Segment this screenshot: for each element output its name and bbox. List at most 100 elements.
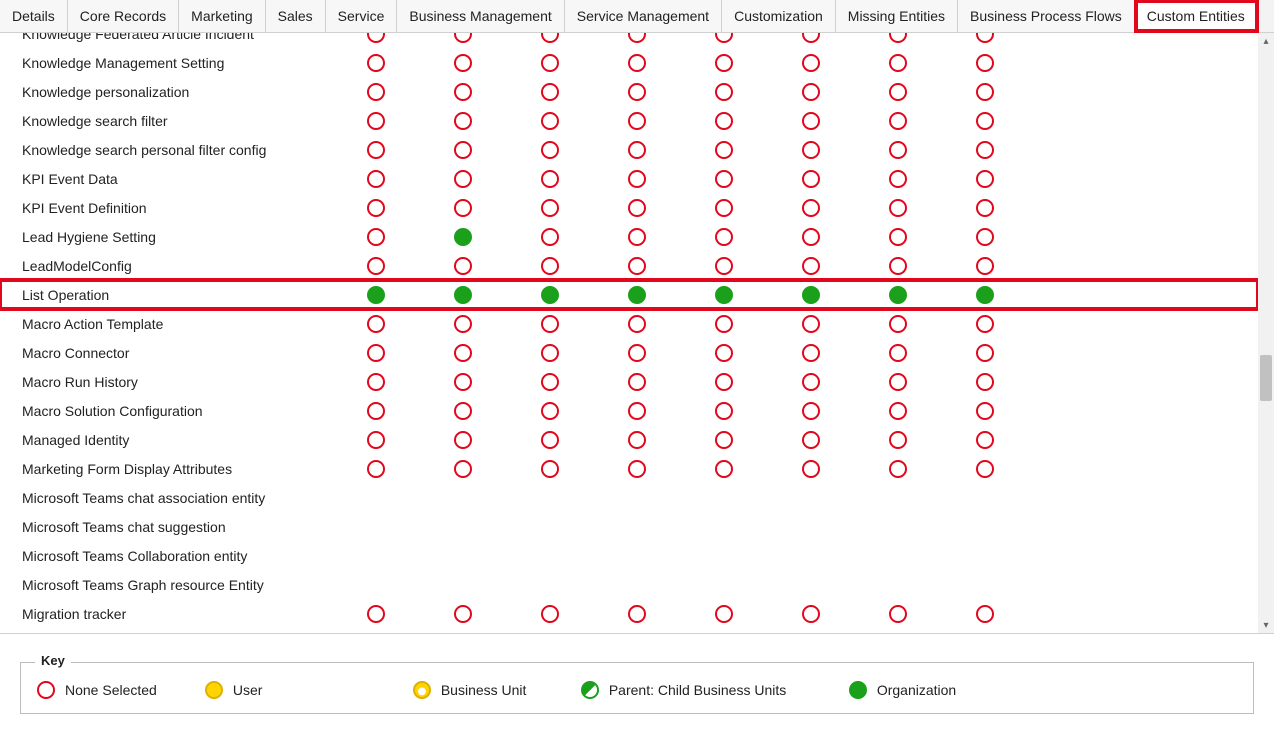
permission-none-icon[interactable] <box>802 54 820 72</box>
permission-cell[interactable] <box>854 141 941 159</box>
permission-none-icon[interactable] <box>802 460 820 478</box>
permission-cell[interactable] <box>680 344 767 362</box>
permission-cell[interactable] <box>506 170 593 188</box>
permission-cell[interactable] <box>680 373 767 391</box>
permission-cell[interactable] <box>767 460 854 478</box>
permission-cell[interactable] <box>941 431 1028 449</box>
permission-cell[interactable] <box>593 344 680 362</box>
permission-none-icon[interactable] <box>628 344 646 362</box>
permission-none-icon[interactable] <box>802 315 820 333</box>
permission-none-icon[interactable] <box>715 402 733 420</box>
permission-cell[interactable] <box>419 605 506 623</box>
permission-cell[interactable] <box>593 170 680 188</box>
permission-none-icon[interactable] <box>454 170 472 188</box>
permission-none-icon[interactable] <box>541 83 559 101</box>
permission-organization-icon[interactable] <box>367 286 385 304</box>
permission-none-icon[interactable] <box>454 141 472 159</box>
permission-cell[interactable] <box>419 141 506 159</box>
permission-none-icon[interactable] <box>889 228 907 246</box>
permission-none-icon[interactable] <box>802 373 820 391</box>
permission-cell[interactable] <box>506 431 593 449</box>
permission-cell[interactable] <box>332 33 419 43</box>
permission-none-icon[interactable] <box>976 605 994 623</box>
permission-organization-icon[interactable] <box>976 286 994 304</box>
permission-cell[interactable] <box>593 54 680 72</box>
permission-cell[interactable] <box>506 286 593 304</box>
scroll-thumb[interactable] <box>1260 355 1272 401</box>
permission-none-icon[interactable] <box>367 344 385 362</box>
permission-cell[interactable] <box>419 33 506 43</box>
permission-cell[interactable] <box>680 460 767 478</box>
permission-none-icon[interactable] <box>541 228 559 246</box>
tab-missing-entities[interactable]: Missing Entities <box>836 0 958 32</box>
permission-organization-icon[interactable] <box>541 286 559 304</box>
permission-cell[interactable] <box>941 460 1028 478</box>
permission-cell[interactable] <box>941 315 1028 333</box>
scroll-up-button[interactable]: ▴ <box>1258 33 1274 49</box>
permission-cell[interactable] <box>767 257 854 275</box>
permission-none-icon[interactable] <box>541 605 559 623</box>
permission-none-icon[interactable] <box>802 257 820 275</box>
permission-cell[interactable] <box>941 112 1028 130</box>
permission-cell[interactable] <box>854 460 941 478</box>
permission-cell[interactable] <box>419 228 506 246</box>
permission-cell[interactable] <box>593 373 680 391</box>
permission-none-icon[interactable] <box>715 605 733 623</box>
permission-cell[interactable] <box>680 257 767 275</box>
permission-none-icon[interactable] <box>802 141 820 159</box>
permission-none-icon[interactable] <box>454 373 472 391</box>
permission-cell[interactable] <box>767 54 854 72</box>
permission-cell[interactable] <box>593 141 680 159</box>
permission-cell[interactable] <box>332 402 419 420</box>
permission-none-icon[interactable] <box>976 228 994 246</box>
permission-none-icon[interactable] <box>889 199 907 217</box>
permission-none-icon[interactable] <box>541 431 559 449</box>
permission-cell[interactable] <box>419 315 506 333</box>
permission-cell[interactable] <box>854 402 941 420</box>
permission-cell[interactable] <box>506 33 593 43</box>
permission-none-icon[interactable] <box>976 373 994 391</box>
permission-cell[interactable] <box>332 170 419 188</box>
vertical-scrollbar[interactable]: ▴ ▾ <box>1258 33 1274 633</box>
permission-none-icon[interactable] <box>715 33 733 43</box>
permission-none-icon[interactable] <box>628 33 646 43</box>
permission-none-icon[interactable] <box>976 460 994 478</box>
permission-cell[interactable] <box>332 286 419 304</box>
permission-none-icon[interactable] <box>715 257 733 275</box>
permission-none-icon[interactable] <box>367 315 385 333</box>
permission-cell[interactable] <box>680 112 767 130</box>
permission-cell[interactable] <box>680 431 767 449</box>
permission-cell[interactable] <box>854 315 941 333</box>
permission-none-icon[interactable] <box>889 257 907 275</box>
permission-none-icon[interactable] <box>367 257 385 275</box>
permission-cell[interactable] <box>593 257 680 275</box>
permission-cell[interactable] <box>506 605 593 623</box>
permission-cell[interactable] <box>506 315 593 333</box>
permission-none-icon[interactable] <box>715 83 733 101</box>
permission-none-icon[interactable] <box>628 402 646 420</box>
tab-details[interactable]: Details <box>0 0 68 32</box>
permission-cell[interactable] <box>854 228 941 246</box>
permission-none-icon[interactable] <box>628 199 646 217</box>
tab-custom-entities[interactable]: Custom Entities <box>1135 0 1258 32</box>
permission-none-icon[interactable] <box>367 54 385 72</box>
permission-none-icon[interactable] <box>802 228 820 246</box>
permission-cell[interactable] <box>767 83 854 101</box>
permission-none-icon[interactable] <box>715 431 733 449</box>
permission-none-icon[interactable] <box>715 112 733 130</box>
permission-cell[interactable] <box>506 199 593 217</box>
permission-none-icon[interactable] <box>541 257 559 275</box>
permission-none-icon[interactable] <box>367 112 385 130</box>
permission-cell[interactable] <box>854 199 941 217</box>
permission-none-icon[interactable] <box>976 141 994 159</box>
permission-none-icon[interactable] <box>628 141 646 159</box>
permission-none-icon[interactable] <box>976 315 994 333</box>
permission-cell[interactable] <box>941 344 1028 362</box>
permission-none-icon[interactable] <box>715 460 733 478</box>
permission-organization-icon[interactable] <box>454 286 472 304</box>
permission-cell[interactable] <box>941 373 1028 391</box>
permission-none-icon[interactable] <box>715 315 733 333</box>
permission-cell[interactable] <box>332 112 419 130</box>
permission-cell[interactable] <box>680 286 767 304</box>
permission-cell[interactable] <box>680 315 767 333</box>
